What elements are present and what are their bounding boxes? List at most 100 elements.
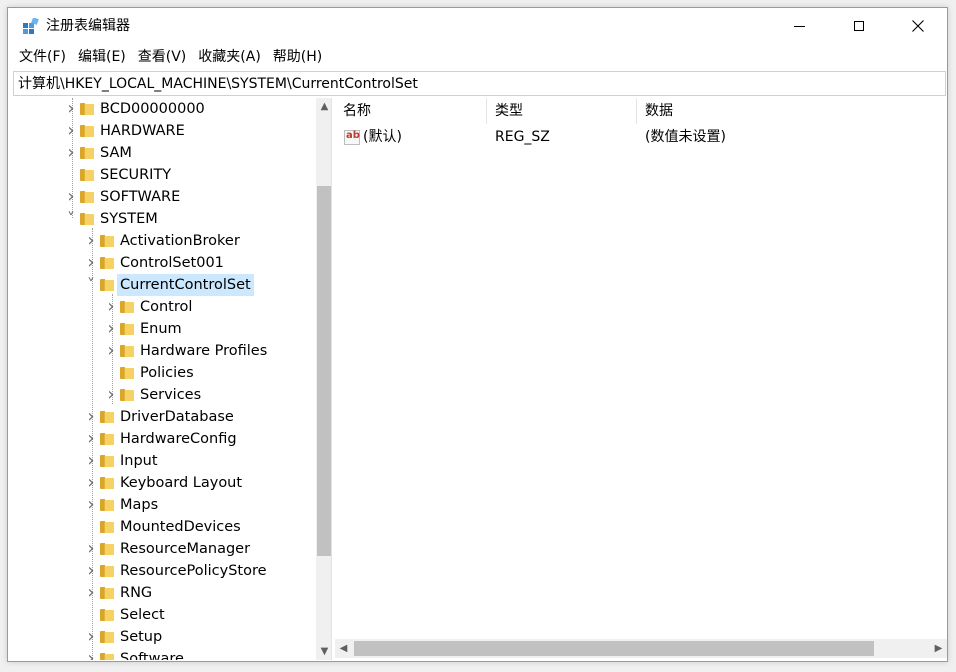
tree-node-label[interactable]: Enum <box>137 318 185 340</box>
tree-node[interactable]: › RNG <box>14 582 314 604</box>
tree-vertical-scrollbar[interactable]: ▲ ▼ <box>316 98 331 660</box>
column-header-type[interactable]: 类型 <box>487 98 637 124</box>
column-header-name[interactable]: 名称 <box>335 98 485 124</box>
menu-view[interactable]: 查看(V) <box>132 44 193 70</box>
tree-node-label[interactable]: Maps <box>117 494 161 516</box>
chevron-right-icon[interactable]: › <box>84 494 98 516</box>
list-horizontal-scrollbar[interactable]: ◀ ▶ <box>335 639 947 658</box>
tree-node[interactable]: ˅ SYSTEM <box>14 208 314 230</box>
tree-node-label[interactable]: DriverDatabase <box>117 406 237 428</box>
tree-node-label[interactable]: Keyboard Layout <box>117 472 245 494</box>
tree-node[interactable]: › ResourcePolicyStore <box>14 560 314 582</box>
tree-node[interactable]: › Input <box>14 450 314 472</box>
tree-node-label[interactable]: Hardware Profiles <box>137 340 270 362</box>
scroll-left-arrow-icon[interactable]: ◀ <box>335 639 352 658</box>
tree-node[interactable]: MountedDevices <box>14 516 314 538</box>
tree-node[interactable]: › Software <box>14 648 314 660</box>
tree-node-label[interactable]: ActivationBroker <box>117 230 243 252</box>
tree-node[interactable]: › Keyboard Layout <box>14 472 314 494</box>
folder-icon <box>100 257 114 269</box>
tree-node-label[interactable]: Setup <box>117 626 165 648</box>
close-button[interactable] <box>889 8 947 44</box>
chevron-right-icon[interactable]: › <box>84 538 98 560</box>
tree-node-label[interactable]: Services <box>137 384 204 406</box>
tree-node[interactable]: › SOFTWARE <box>14 186 314 208</box>
menu-file[interactable]: 文件(F) <box>8 44 72 70</box>
address-bar[interactable]: 计算机\HKEY_LOCAL_MACHINE\SYSTEM\CurrentCon… <box>13 71 946 96</box>
tree-node[interactable]: › ControlSet001 <box>14 252 314 274</box>
tree-node[interactable]: › Maps <box>14 494 314 516</box>
tree-node-label[interactable]: ResourceManager <box>117 538 253 560</box>
tree-node[interactable]: › Enum <box>14 318 314 340</box>
chevron-right-icon[interactable]: › <box>84 560 98 582</box>
tree-node[interactable]: Select <box>14 604 314 626</box>
tree-node-label[interactable]: Control <box>137 296 195 318</box>
scroll-right-arrow-icon[interactable]: ▶ <box>930 639 947 658</box>
maximize-button[interactable] <box>830 8 888 44</box>
tree-node-label[interactable]: ResourcePolicyStore <box>117 560 270 582</box>
chevron-right-icon[interactable]: › <box>104 384 118 406</box>
chevron-right-icon[interactable]: › <box>64 142 78 164</box>
tree-node-label[interactable]: Policies <box>137 362 197 384</box>
chevron-right-icon[interactable]: › <box>84 230 98 252</box>
tree-node[interactable]: SECURITY <box>14 164 314 186</box>
tree-node-label[interactable]: BCD00000000 <box>97 98 208 120</box>
chevron-right-icon[interactable]: › <box>64 186 78 208</box>
tree-node[interactable]: › HardwareConfig <box>14 428 314 450</box>
value-name[interactable]: (默认) <box>363 126 402 148</box>
menu-edit[interactable]: 编辑(E) <box>72 44 132 70</box>
tree-node-label[interactable]: SAM <box>97 142 135 164</box>
folder-icon <box>100 521 114 533</box>
title-bar[interactable]: 注册表编辑器 <box>8 8 947 44</box>
tree-node-label[interactable]: SOFTWARE <box>97 186 183 208</box>
tree-node[interactable]: › BCD00000000 <box>14 98 314 120</box>
tree-scroll-thumb[interactable] <box>317 186 331 556</box>
tree-node[interactable]: › Services <box>14 384 314 406</box>
tree-node-label[interactable]: SYSTEM <box>97 208 161 230</box>
column-header-data[interactable]: 数据 <box>637 98 937 124</box>
chevron-right-icon[interactable]: › <box>104 296 118 318</box>
tree-node[interactable]: › ResourceManager <box>14 538 314 560</box>
tree-node[interactable]: Policies <box>14 362 314 384</box>
menu-favorites[interactable]: 收藏夹(A) <box>192 44 267 70</box>
chevron-right-icon[interactable]: › <box>104 318 118 340</box>
chevron-right-icon[interactable]: › <box>64 98 78 120</box>
tree-node[interactable]: › Setup <box>14 626 314 648</box>
tree-node[interactable]: › HARDWARE <box>14 120 314 142</box>
minimize-button[interactable] <box>770 8 828 44</box>
list-scroll-thumb[interactable] <box>354 641 874 656</box>
chevron-right-icon[interactable]: › <box>84 428 98 450</box>
menu-help[interactable]: 帮助(H) <box>267 44 328 70</box>
chevron-down-icon[interactable]: ˅ <box>84 274 98 296</box>
tree-node[interactable]: › Control <box>14 296 314 318</box>
chevron-right-icon[interactable]: › <box>84 252 98 274</box>
tree-node-label[interactable]: MountedDevices <box>117 516 244 538</box>
tree-node-label[interactable]: HardwareConfig <box>117 428 240 450</box>
tree-node-label[interactable]: CurrentControlSet <box>117 274 254 296</box>
key-tree-pane: › BCD00000000 › HARDWARE › SAM SECURITY › SOFTWA… <box>14 98 332 660</box>
chevron-right-icon[interactable]: › <box>84 450 98 472</box>
chevron-right-icon[interactable]: › <box>84 626 98 648</box>
tree-node-label[interactable]: Input <box>117 450 161 472</box>
chevron-right-icon[interactable]: › <box>104 340 118 362</box>
tree-node[interactable]: › Hardware Profiles <box>14 340 314 362</box>
tree-node-label[interactable]: ControlSet001 <box>117 252 227 274</box>
tree-node-label[interactable]: Software <box>117 648 187 660</box>
tree-node-label[interactable]: SECURITY <box>97 164 174 186</box>
chevron-right-icon[interactable]: › <box>84 472 98 494</box>
chevron-right-icon[interactable]: › <box>84 582 98 604</box>
scroll-down-arrow-icon[interactable]: ▼ <box>316 643 331 660</box>
tree-node[interactable]: › SAM <box>14 142 314 164</box>
tree-node-label[interactable]: HARDWARE <box>97 120 188 142</box>
tree-node-label[interactable]: RNG <box>117 582 155 604</box>
chevron-right-icon[interactable]: › <box>84 406 98 428</box>
scroll-up-arrow-icon[interactable]: ▲ <box>316 98 331 115</box>
chevron-down-icon[interactable]: ˅ <box>64 208 78 230</box>
tree-node[interactable]: › DriverDatabase <box>14 406 314 428</box>
chevron-right-icon[interactable]: › <box>64 120 78 142</box>
folder-icon <box>100 631 114 643</box>
tree-node-label[interactable]: Select <box>117 604 168 626</box>
tree-node[interactable]: › ActivationBroker <box>14 230 314 252</box>
tree-node[interactable]: ˅ CurrentControlSet <box>14 274 314 296</box>
chevron-right-icon[interactable]: › <box>84 648 98 660</box>
